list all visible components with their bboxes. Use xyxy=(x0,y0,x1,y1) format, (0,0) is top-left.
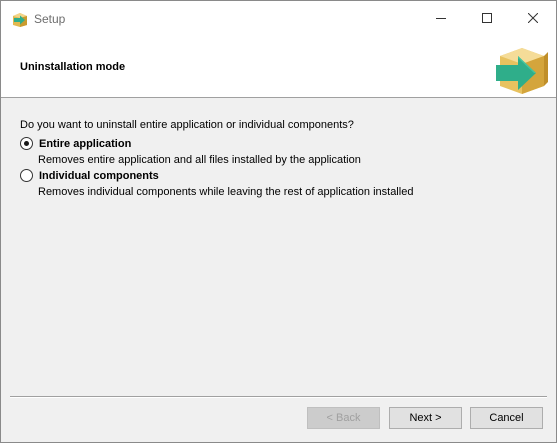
minimize-button[interactable] xyxy=(418,1,464,37)
cancel-button[interactable]: Cancel xyxy=(470,407,543,429)
radio-button-selected[interactable] xyxy=(20,137,33,150)
footer-separator xyxy=(10,396,547,398)
page-title: Uninstallation mode xyxy=(20,61,126,73)
maximize-button[interactable] xyxy=(464,1,510,37)
setup-package-icon xyxy=(11,10,29,28)
maximize-icon xyxy=(482,12,492,26)
back-button[interactable]: < Back xyxy=(307,407,380,429)
radio-individual-components[interactable]: Individual components xyxy=(20,169,159,182)
title-bar[interactable]: Setup xyxy=(1,1,556,37)
radio-entire-application[interactable]: Entire application xyxy=(20,137,131,150)
radio-label-entire-application[interactable]: Entire application xyxy=(39,138,131,150)
setup-window: Setup Uninstallation mode Do you want to… xyxy=(0,0,557,443)
close-button[interactable] xyxy=(510,1,556,37)
wizard-content: Do you want to uninstall entire applicat… xyxy=(1,99,556,395)
package-arrow-icon xyxy=(494,40,550,96)
description-individual-components: Removes individual components while leav… xyxy=(38,186,414,198)
next-button[interactable]: Next > xyxy=(389,407,462,429)
close-icon xyxy=(527,12,539,26)
wizard-header: Uninstallation mode xyxy=(1,37,556,98)
radio-button-unselected[interactable] xyxy=(20,169,33,182)
radio-label-individual-components[interactable]: Individual components xyxy=(39,170,159,182)
description-entire-application: Removes entire application and all files… xyxy=(38,154,361,166)
window-title: Setup xyxy=(34,12,66,26)
question-text: Do you want to uninstall entire applicat… xyxy=(20,119,354,131)
minimize-icon xyxy=(436,13,446,26)
